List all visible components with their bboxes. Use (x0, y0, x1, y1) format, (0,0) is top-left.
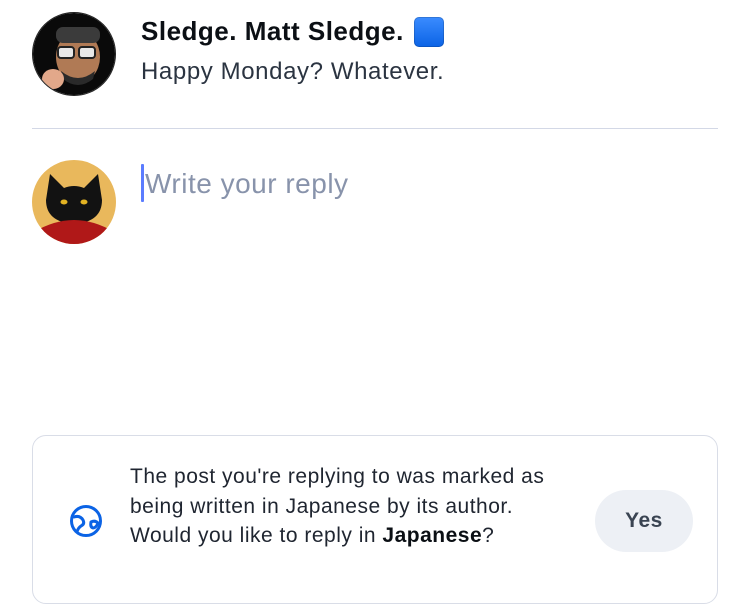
parent-post: Sledge. Matt Sledge. Happy Monday? Whate… (32, 12, 718, 112)
globe-icon (70, 505, 102, 537)
text-caret (141, 164, 144, 202)
user-avatar (32, 160, 116, 244)
notice-language: Japanese (382, 524, 483, 547)
language-notice: The post you're replying to was marked a… (130, 462, 570, 551)
author-avatar[interactable] (32, 12, 116, 96)
blue-square-icon (413, 16, 444, 47)
author-name[interactable]: Sledge. Matt Sledge. (141, 16, 404, 47)
reply-composer (32, 160, 718, 410)
yes-button[interactable]: Yes (595, 490, 693, 552)
author-name-line[interactable]: Sledge. Matt Sledge. (141, 16, 444, 47)
post-text: Happy Monday? Whatever. (141, 58, 445, 85)
language-suggestion-card: The post you're replying to was marked a… (32, 435, 718, 604)
reply-input-wrap (141, 162, 718, 206)
reply-input[interactable] (145, 162, 705, 206)
divider (32, 128, 718, 129)
notice-text-end: ? (482, 524, 495, 547)
